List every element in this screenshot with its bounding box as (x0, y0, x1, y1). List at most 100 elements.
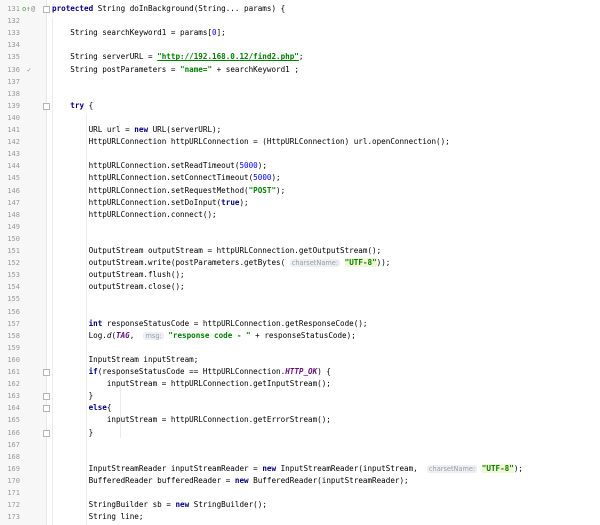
code-token: } (52, 391, 94, 401)
code-text: try { (52, 100, 93, 112)
line-number: 172 (7, 501, 20, 510)
code-token: String searchKeyword1 = params[ (52, 28, 213, 38)
code-line[interactable]: 158 Log.d(TAG, msg: "response code - " +… (0, 330, 600, 342)
code-line[interactable]: 131 o↑ @ protected String doInBackground(St… (0, 3, 600, 15)
code-editor[interactable]: 131 o↑ @ protected String doInBackground(St… (0, 0, 600, 525)
code-token: String line; (52, 512, 144, 522)
code-line[interactable]: 165 inputStream = httpURLConnection.getE… (0, 414, 600, 426)
code-token: new (234, 475, 249, 485)
code-line[interactable]: 137 (0, 76, 600, 88)
code-line[interactable]: 159 (0, 342, 600, 354)
code-line[interactable]: 134 (0, 39, 600, 51)
code-line[interactable]: 173 String line; (0, 511, 600, 523)
code-token: "response code - " (168, 330, 251, 340)
code-line[interactable]: 150 (0, 233, 600, 245)
code-token: else (88, 403, 107, 413)
line-number: 143 (7, 150, 20, 159)
line-number: 131 (7, 5, 20, 13)
code-line[interactable]: 169 InputStreamReader inputStreamReader … (0, 463, 600, 475)
parameter-hint: charsetName: (426, 464, 478, 473)
code-text: inputStream = httpURLConnection.getError… (52, 414, 331, 426)
code-token: OutputStream outputStream = httpURLConne… (52, 246, 382, 255)
code-token: ; (298, 52, 304, 62)
code-line[interactable]: 164 else{ (0, 402, 600, 414)
code-line[interactable]: 144 httpURLConnection.setReadTimeout(500… (0, 160, 600, 172)
line-number: 162 (7, 380, 20, 389)
code-line[interactable]: 132 (0, 15, 600, 27)
code-token: InputStreamReader inputStreamReader = (52, 463, 263, 473)
fold-toggle-icon[interactable] (43, 393, 50, 401)
code-line[interactable]: 160 InputStream inputStream; (0, 354, 600, 366)
line-number: 166 (7, 428, 20, 437)
code-line[interactable]: 140 (0, 112, 600, 124)
line-number: 146 (7, 186, 20, 195)
fold-toggle-icon[interactable] (43, 6, 50, 13)
code-token: "POST" (248, 185, 277, 195)
code-line[interactable]: 136 ✓ String postParameters = "name=" + s… (0, 64, 600, 76)
code-line[interactable]: 152 outputStream.write(postParameters.ge… (0, 257, 600, 269)
fold-toggle-icon[interactable] (43, 102, 50, 110)
fold-toggle-icon[interactable] (43, 429, 50, 437)
code-line[interactable]: 154 outputStream.close(); (0, 281, 600, 293)
code-token: TAG (116, 330, 130, 340)
code-line[interactable]: 161 if(responseStatusCode == HttpURLConn… (0, 366, 600, 378)
code-text: else{ (52, 402, 112, 414)
code-line[interactable]: 148 httpURLConnection.connect(); (0, 209, 600, 221)
code-line[interactable]: 138 (0, 88, 600, 100)
line-number: 136 (7, 65, 20, 74)
code-line[interactable]: 135 String serverURL = "http://192.168.0… (0, 51, 600, 63)
code-line[interactable]: 168 (0, 451, 600, 463)
line-number: 159 (7, 343, 20, 352)
code-token: StringBuilder(); (189, 500, 267, 510)
fold-toggle-icon[interactable] (43, 405, 50, 413)
code-line[interactable]: 146 httpURLConnection.setRequestMethod("… (0, 185, 600, 197)
code-line[interactable]: 149 (0, 221, 600, 233)
line-number: 153 (7, 271, 20, 280)
code-token: 5000 (253, 173, 272, 183)
line-number: 173 (7, 513, 20, 522)
code-token: new (262, 463, 277, 473)
code-token: new (175, 500, 190, 510)
code-line[interactable]: 153 outputStream.flush(); (0, 269, 600, 281)
code-token: String doInBackground(String... params) … (97, 4, 286, 13)
code-line[interactable]: 151 OutputStream outputStream = httpURLC… (0, 245, 600, 257)
code-line[interactable]: 163 } (0, 390, 600, 402)
code-line[interactable]: 139 try { (0, 100, 600, 112)
check-icon: ✓ (27, 65, 32, 74)
code-line[interactable]: 167 (0, 439, 600, 451)
line-number: 158 (7, 331, 20, 340)
code-line[interactable]: 155 (0, 293, 600, 305)
code-token: URL(serverURL); (148, 125, 222, 134)
code-line[interactable]: 171 (0, 487, 600, 499)
line-number: 168 (7, 452, 20, 461)
code-line[interactable]: 156 (0, 306, 600, 318)
line-number: 148 (7, 210, 20, 219)
line-number: 140 (7, 113, 20, 122)
code-line[interactable]: 172 StringBuilder sb = new StringBuilder… (0, 499, 600, 511)
code-line[interactable]: 162 inputStream = httpURLConnection.getI… (0, 378, 600, 390)
code-text: InputStream inputStream; (52, 354, 199, 366)
code-token: (responseStatusCode == HttpURLConnection… (97, 367, 286, 376)
code-token: { (106, 403, 112, 413)
code-line[interactable]: 141 URL url = new URL(serverURL); (0, 124, 600, 136)
code-text: httpURLConnection.setReadTimeout(5000); (52, 160, 267, 172)
code-line[interactable]: 133 String searchKeyword1 = params[0]; (0, 27, 600, 39)
code-token: httpURLConnection.connect(); (52, 209, 217, 219)
code-line[interactable]: 157 int responseStatusCode = httpURLConn… (0, 318, 600, 330)
code-token: "UTF-8" (481, 463, 514, 473)
code-line[interactable]: 147 httpURLConnection.setDoInput(true); (0, 197, 600, 209)
code-text: httpURLConnection.connect(); (52, 209, 217, 221)
code-line[interactable]: 145 httpURLConnection.setConnectTimeout(… (0, 172, 600, 184)
line-number: 164 (7, 404, 20, 413)
code-line[interactable]: 166 } (0, 427, 600, 439)
code-token: outputStream.write(postParameters.getByt… (52, 258, 290, 268)
code-line[interactable]: 170 BufferedReader bufferedReader = new … (0, 475, 600, 487)
code-token: URL url = (52, 125, 135, 134)
code-token: ); (513, 463, 523, 473)
code-line[interactable]: 143 (0, 148, 600, 160)
code-line[interactable]: 142 HttpURLConnection httpURLConnection … (0, 136, 600, 148)
code-token: responseStatusCode = httpURLConnection.g… (102, 318, 368, 328)
code-text: String postParameters = "name=" + search… (52, 64, 299, 76)
fold-toggle-icon[interactable] (43, 369, 50, 376)
